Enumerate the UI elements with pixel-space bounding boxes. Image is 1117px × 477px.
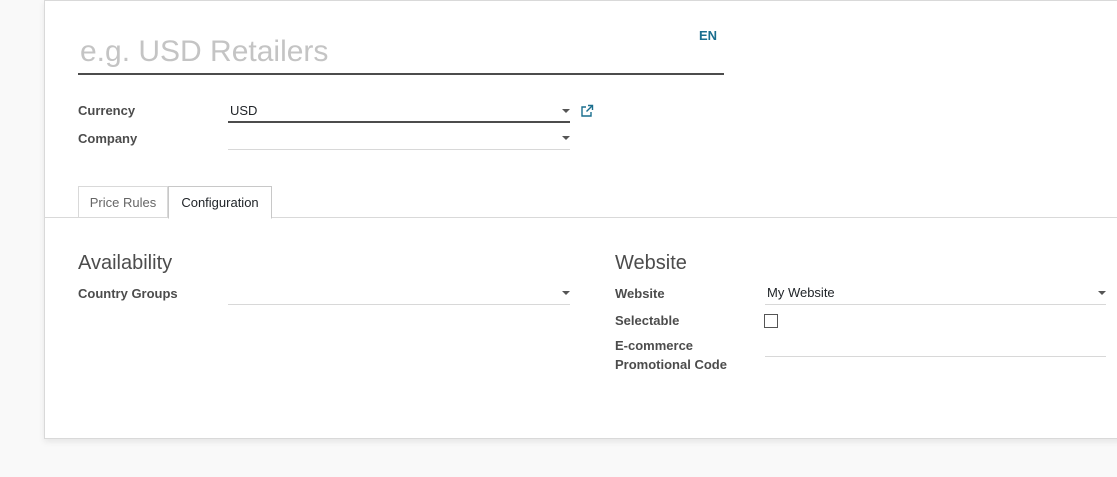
promo-code-label-line1: E-commerce	[615, 338, 694, 353]
selectable-checkbox[interactable]	[764, 314, 778, 328]
caret-down-icon	[562, 109, 570, 113]
tab-configuration[interactable]: Configuration	[168, 186, 272, 219]
website-select[interactable]: My Website	[765, 283, 1106, 305]
selectable-label: Selectable	[615, 313, 680, 328]
promo-code-input[interactable]	[765, 335, 1106, 357]
pricelist-name-input[interactable]	[78, 31, 724, 75]
language-button[interactable]: EN	[699, 28, 717, 43]
caret-down-icon	[562, 291, 570, 295]
company-select[interactable]	[228, 128, 570, 150]
form-sheet: EN Currency USD Company Price Rules Conf…	[44, 0, 1117, 439]
country-groups-select[interactable]	[228, 283, 570, 305]
tab-price-rules[interactable]: Price Rules	[78, 186, 168, 217]
company-label: Company	[78, 131, 138, 146]
website-value: My Website	[767, 285, 835, 300]
website-section-title: Website	[615, 252, 687, 274]
currency-select[interactable]: USD	[228, 101, 570, 123]
website-label: Website	[615, 286, 665, 301]
promo-code-label-line2: Promotional Code	[615, 357, 727, 372]
caret-down-icon	[562, 136, 570, 140]
currency-value: USD	[230, 103, 258, 118]
availability-title: Availability	[78, 252, 173, 274]
country-groups-label: Country Groups	[78, 286, 178, 301]
external-link-icon[interactable]	[580, 104, 594, 118]
currency-label: Currency	[78, 103, 136, 118]
caret-down-icon	[1098, 291, 1106, 295]
